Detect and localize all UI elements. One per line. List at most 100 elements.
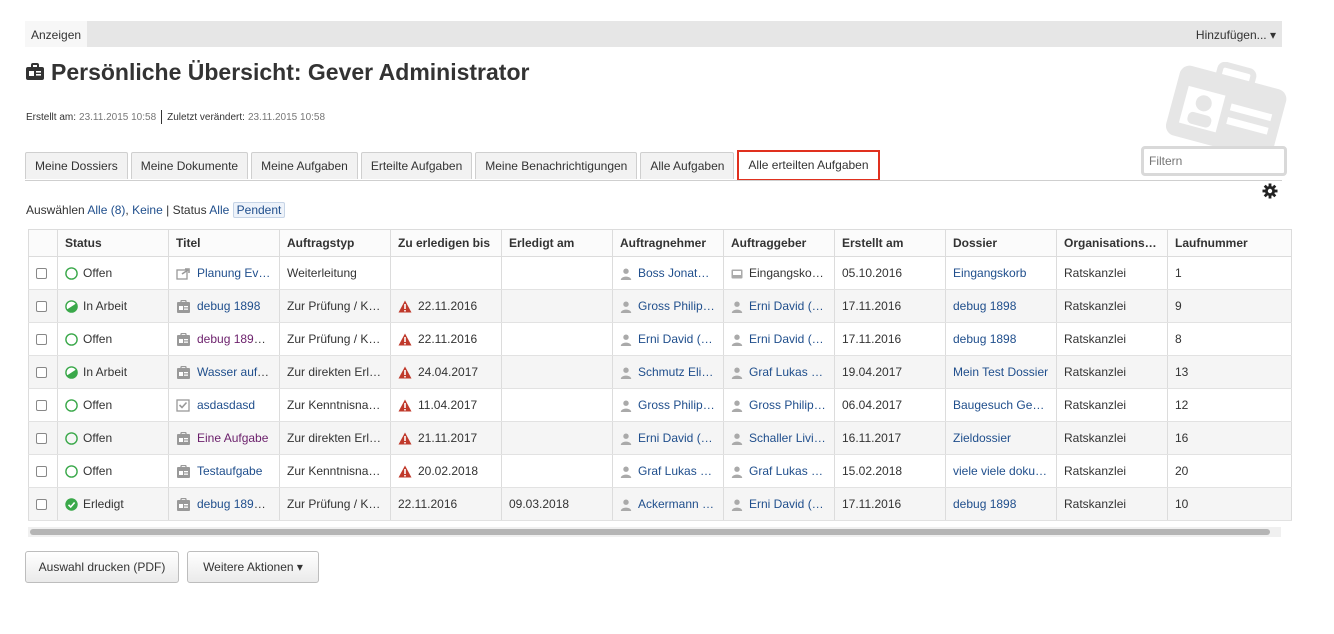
issuer-cell: Erni David (… bbox=[723, 322, 835, 356]
horizontal-scrollbar[interactable] bbox=[28, 527, 1281, 537]
assignee-link[interactable]: Ackermann … bbox=[638, 497, 714, 511]
assignee-link[interactable]: Gross Philip… bbox=[638, 299, 715, 313]
row-checkbox[interactable] bbox=[36, 466, 47, 478]
assignee-link[interactable]: Graf Lukas … bbox=[638, 464, 712, 478]
gear-icon[interactable] bbox=[1262, 183, 1278, 199]
column-header[interactable]: Organisations… bbox=[1056, 229, 1168, 257]
task-title-link[interactable]: Testaufgabe bbox=[197, 464, 262, 478]
assignee-link[interactable]: Schmutz Eli… bbox=[638, 365, 713, 379]
dossier-link[interactable]: Mein Test Dossier bbox=[953, 365, 1048, 379]
dossier-link[interactable]: Eingangskorb bbox=[953, 266, 1026, 280]
assignee-link[interactable]: Gross Philip… bbox=[638, 398, 715, 412]
table-row[interactable]: Offen asdasdasd Zur Kenntnisna… 11.04.2017 G… bbox=[28, 388, 1292, 422]
column-header[interactable]: Laufnummer bbox=[1167, 229, 1292, 257]
tab-meine-dossiers[interactable]: Meine Dossiers bbox=[25, 152, 128, 179]
column-header[interactable]: Titel bbox=[168, 229, 280, 257]
view-menu-tab[interactable]: Anzeigen bbox=[25, 21, 88, 47]
issuer-link[interactable]: Graf Lukas … bbox=[749, 464, 823, 478]
table-row[interactable]: In Arbeit debug 1898 Zur Prüfung / K… 22.11… bbox=[28, 289, 1292, 323]
status-filter-all[interactable]: Alle bbox=[209, 203, 229, 217]
type-cell: Zur direkten Erl… bbox=[279, 355, 391, 389]
issuer-cell: Schaller Livi… bbox=[723, 421, 835, 455]
done-cell bbox=[501, 256, 613, 290]
column-header[interactable]: Erstellt am bbox=[834, 229, 946, 257]
row-checkbox[interactable] bbox=[36, 367, 47, 379]
column-header[interactable]: Auftraggeber bbox=[723, 229, 835, 257]
task-title-link[interactable]: asdasdasd bbox=[197, 398, 255, 412]
tab-alle-erteilten-aufgaben[interactable]: Alle erteilten Aufgaben bbox=[737, 150, 880, 181]
task-title-link[interactable]: debug 1898 bbox=[197, 299, 260, 313]
filter-input[interactable] bbox=[1141, 146, 1287, 176]
tab-erteilte-aufgaben[interactable]: Erteilte Aufgaben bbox=[360, 152, 473, 179]
dossier-link[interactable]: Zieldossier bbox=[953, 431, 1011, 445]
scrollbar-thumb[interactable] bbox=[30, 529, 1270, 535]
tab-meine-dokumente[interactable]: Meine Dokumente bbox=[130, 152, 249, 179]
row-checkbox[interactable] bbox=[36, 433, 47, 445]
issuer-link[interactable]: Graf Lukas … bbox=[749, 365, 823, 379]
column-header[interactable]: Auftragnehmer bbox=[612, 229, 724, 257]
dossier-link[interactable]: Baugesuch Ge… bbox=[953, 398, 1044, 412]
column-header[interactable]: Dossier bbox=[945, 229, 1057, 257]
status-filter-pending[interactable]: Pendent bbox=[232, 202, 286, 218]
issuer-cell: Graf Lukas … bbox=[723, 355, 835, 389]
row-checkbox[interactable] bbox=[36, 499, 47, 511]
issuer-link[interactable]: Erni David (… bbox=[749, 497, 824, 511]
table-row[interactable]: Erledigt debug 1898… Zur Prüfung / K… 22.11… bbox=[28, 487, 1292, 521]
row-checkbox[interactable] bbox=[36, 400, 47, 412]
task-title-link[interactable]: debug 1898… bbox=[197, 497, 272, 511]
select-none-link[interactable]: Keine bbox=[132, 203, 163, 217]
row-select-cell bbox=[28, 487, 58, 521]
table-row[interactable]: Offen debug 1898… Zur Prüfung / K… 22.11.20… bbox=[28, 322, 1292, 356]
title-cell: Testaufgabe bbox=[168, 454, 280, 488]
assignee-link[interactable]: Erni David (… bbox=[638, 431, 713, 445]
issuer-link[interactable]: Erni David (… bbox=[749, 299, 824, 313]
row-checkbox[interactable] bbox=[36, 268, 47, 280]
task-title-link[interactable]: Eine Aufgabe bbox=[197, 431, 268, 445]
status-text: Offen bbox=[83, 265, 113, 280]
assignee-link[interactable]: Boss Jonat… bbox=[638, 266, 709, 280]
print-selection-button[interactable]: Auswahl drucken (PDF) bbox=[25, 551, 179, 583]
org-cell: Ratskanzlei bbox=[1056, 289, 1168, 323]
dossier-link[interactable]: debug 1898 bbox=[953, 497, 1016, 511]
column-header[interactable]: Status bbox=[57, 229, 169, 257]
personal-overview-large-icon bbox=[1165, 62, 1287, 156]
select-all-link[interactable]: Alle (8) bbox=[87, 203, 125, 217]
document-metadata: Erstellt am: 23.11.2015 10:58 Zuletzt ve… bbox=[26, 110, 325, 124]
org-cell: Ratskanzlei bbox=[1056, 355, 1168, 389]
due-cell: 22.11.2016 bbox=[390, 487, 502, 521]
task-title-link[interactable]: Wasser auff… bbox=[197, 365, 272, 379]
more-actions-button[interactable]: Weitere Aktionen ▾ bbox=[187, 551, 319, 583]
org-cell: Ratskanzlei bbox=[1056, 322, 1168, 356]
row-checkbox[interactable] bbox=[36, 334, 47, 346]
tab-meine-aufgaben[interactable]: Meine Aufgaben bbox=[251, 152, 358, 179]
status-cell: Offen bbox=[57, 322, 169, 356]
task-title-link[interactable]: debug 1898… bbox=[197, 332, 272, 346]
dossier-link[interactable]: debug 1898 bbox=[953, 332, 1016, 346]
column-header[interactable]: Zu erledigen bis bbox=[390, 229, 502, 257]
assignee-cell: Erni David (… bbox=[612, 421, 724, 455]
table-row[interactable]: Offen Eine Aufgabe Zur direkten Erl… 21.11.… bbox=[28, 421, 1292, 455]
add-menu[interactable]: Hinzufügen... ▾ bbox=[1196, 21, 1276, 47]
dossier-link[interactable]: debug 1898 bbox=[953, 299, 1016, 313]
person-icon bbox=[731, 400, 743, 412]
table-row[interactable]: Offen Planung Ev… Weiterleitung Boss Jonat…… bbox=[28, 256, 1292, 290]
open-circle-icon bbox=[65, 432, 78, 445]
tab-meine-benachrichtigungen[interactable]: Meine Benachrichtigungen bbox=[475, 152, 638, 179]
column-header[interactable]: Auftragstyp bbox=[279, 229, 391, 257]
select-label: Auswählen bbox=[26, 203, 85, 217]
column-header[interactable]: Erledigt am bbox=[501, 229, 613, 257]
issuer-link[interactable]: Gross Philip… bbox=[749, 398, 826, 412]
person-icon bbox=[620, 301, 632, 313]
task-title-link[interactable]: Planung Ev… bbox=[197, 266, 270, 280]
task-table: Status Titel Auftragstyp Zu erledigen bi… bbox=[28, 229, 1292, 521]
table-row[interactable]: Offen Testaufgabe Zur Kenntnisna… 20.02.201… bbox=[28, 454, 1292, 488]
open-circle-icon bbox=[65, 333, 78, 346]
assignee-link[interactable]: Erni David (… bbox=[638, 332, 713, 346]
issuer-cell: Graf Lukas … bbox=[723, 454, 835, 488]
table-row[interactable]: In Arbeit Wasser auff… Zur direkten Erl… 24… bbox=[28, 355, 1292, 389]
dossier-link[interactable]: viele viele doku… bbox=[953, 464, 1047, 478]
issuer-link[interactable]: Erni David (… bbox=[749, 332, 824, 346]
row-checkbox[interactable] bbox=[36, 301, 47, 313]
issuer-link[interactable]: Schaller Livi… bbox=[749, 431, 826, 445]
tab-alle-aufgaben[interactable]: Alle Aufgaben bbox=[640, 152, 735, 179]
